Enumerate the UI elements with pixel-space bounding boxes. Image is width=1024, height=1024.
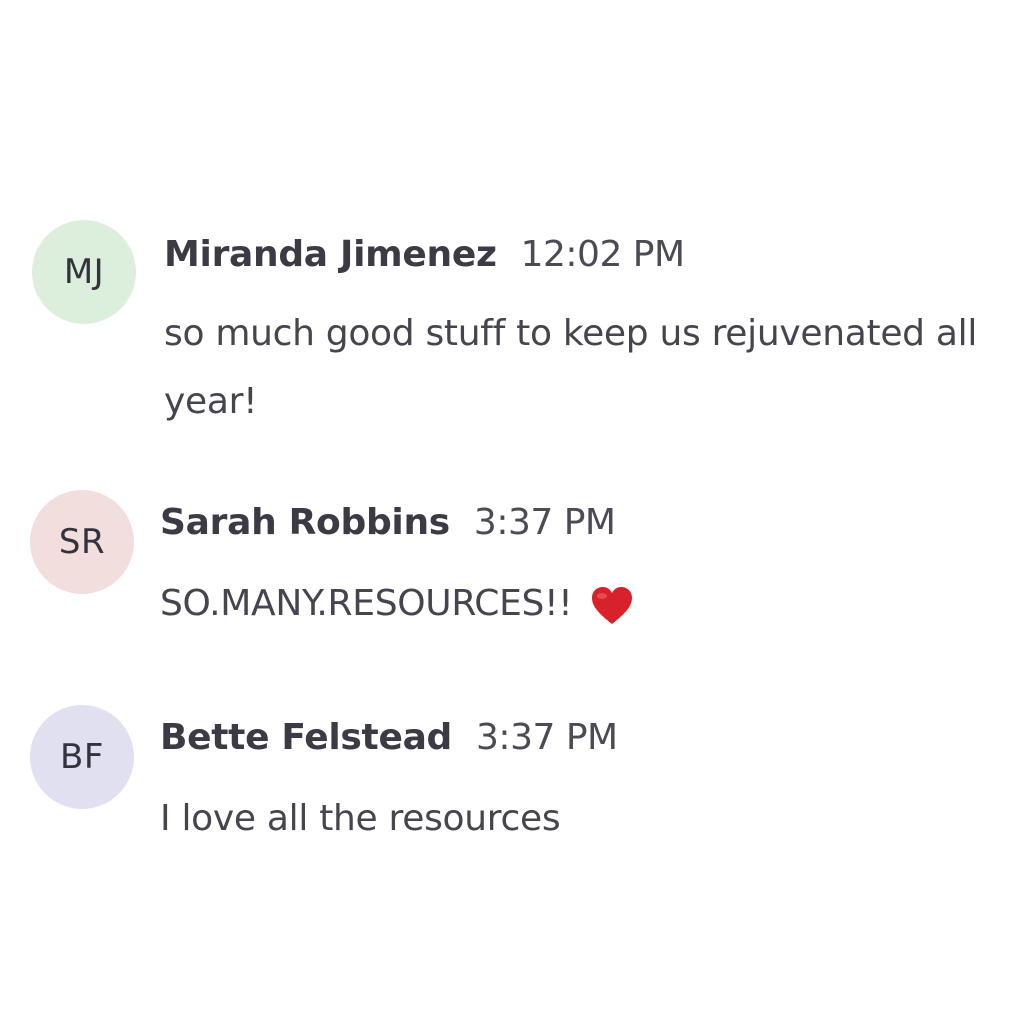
avatar[interactable]: BF xyxy=(30,705,134,809)
message-header: Miranda Jimenez 12:02 PM xyxy=(164,234,685,275)
message-text: I love all the resources xyxy=(160,798,561,839)
message-header: Bette Felstead 3:37 PM xyxy=(160,717,618,758)
message-timestamp: 3:37 PM xyxy=(476,717,618,758)
author-name[interactable]: Miranda Jimenez xyxy=(164,234,497,275)
author-name[interactable]: Bette Felstead xyxy=(160,717,452,758)
avatar[interactable]: MJ xyxy=(32,220,136,324)
message-timestamp: 12:02 PM xyxy=(520,234,685,275)
avatar[interactable]: SR xyxy=(30,490,134,594)
chat-feed: MJ Miranda Jimenez 12:02 PM so much good… xyxy=(0,0,1024,1024)
message-body: SO.MANY.RESOURCES!! xyxy=(160,570,1000,638)
message-timestamp: 3:37 PM xyxy=(473,502,616,543)
author-name[interactable]: Sarah Robbins xyxy=(160,502,450,543)
message-header: Sarah Robbins 3:37 PM xyxy=(160,502,616,543)
heart-icon xyxy=(590,581,634,624)
message-text: so much good stuff to keep us rejuvenate… xyxy=(164,313,978,422)
message-text: SO.MANY.RESOURCES!! xyxy=(160,583,573,624)
